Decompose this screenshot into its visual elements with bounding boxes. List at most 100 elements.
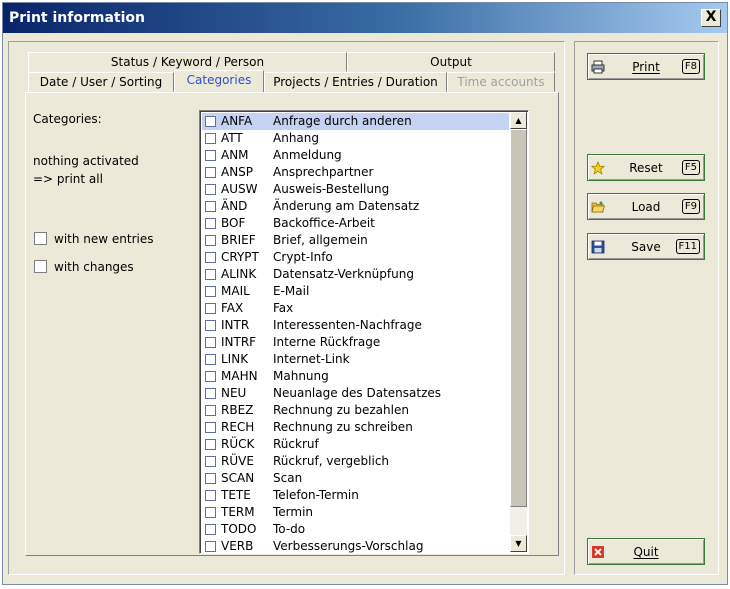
category-checkbox[interactable] (205, 541, 216, 552)
category-description: Anfrage durch anderen (273, 114, 412, 128)
categories-list[interactable]: ANFA Anfrage durch anderen ATT Anhang ANM Anm… (199, 110, 529, 554)
category-checkbox[interactable] (205, 507, 216, 518)
tab-date-user-sorting[interactable]: Date / User / Sorting (28, 72, 174, 92)
category-checkbox[interactable] (205, 116, 216, 127)
selection-status-line1: nothing activated (33, 154, 139, 168)
print-information-window: Print information X Status / Keyword / P… (2, 2, 728, 585)
print-button[interactable]: Print F8 (587, 53, 705, 80)
category-list-item[interactable]: CRYPT Crypt-Info (202, 249, 509, 266)
category-description: Anmeldung (273, 148, 342, 162)
category-description: Ausweis-Bestellung (273, 182, 390, 196)
category-list-item[interactable]: BRIEF Brief, allgemein (202, 232, 509, 249)
category-description: E-Mail (273, 284, 310, 298)
category-list-item[interactable]: ANFA Anfrage durch anderen (202, 113, 509, 130)
category-checkbox[interactable] (205, 184, 216, 195)
category-checkbox[interactable] (205, 337, 216, 348)
load-button[interactable]: Load F9 (587, 193, 705, 220)
tab-categories[interactable]: Categories (174, 70, 264, 92)
category-description: Rückruf, vergeblich (273, 454, 390, 468)
category-list-item[interactable]: BOF Backoffice-Arbeit (202, 215, 509, 232)
category-code: SCAN (221, 471, 255, 485)
category-description: Verbesserungs-Vorschlag (273, 539, 424, 553)
window-title: Print information (9, 10, 145, 26)
scroll-up-icon[interactable]: ▲ (510, 112, 527, 129)
category-checkbox[interactable] (205, 473, 216, 484)
reset-shortcut-badge: F5 (681, 160, 700, 175)
category-description: Crypt-Info (273, 250, 333, 264)
category-checkbox[interactable] (205, 252, 216, 263)
category-description: Änderung am Datensatz (273, 199, 420, 213)
with-changes-checkbox[interactable] (34, 260, 47, 273)
category-list-item[interactable]: ATT Anhang (202, 130, 509, 147)
category-description: Telefon-Termin (273, 488, 359, 502)
category-checkbox[interactable] (205, 524, 216, 535)
category-description: Scan (273, 471, 303, 485)
category-checkbox[interactable] (205, 490, 216, 501)
category-list-item[interactable]: RECH Rechnung zu schreiben (202, 419, 509, 436)
category-list-item[interactable]: ALINK Datensatz-Verknüpfung (202, 266, 509, 283)
category-checkbox[interactable] (205, 286, 216, 297)
scroll-down-icon[interactable]: ▼ (510, 535, 527, 552)
category-list-item[interactable]: FAX Fax (202, 300, 509, 317)
category-description: Rechnung zu bezahlen (273, 403, 409, 417)
reset-button[interactable]: Reset F5 (587, 154, 705, 181)
category-list-item[interactable]: ANSP Ansprechpartner (202, 164, 509, 181)
category-list-item[interactable]: ÄND Änderung am Datensatz (202, 198, 509, 215)
with-new-entries-label: with new entries (54, 232, 154, 246)
category-checkbox[interactable] (205, 303, 216, 314)
category-list-item[interactable]: INTRF Interne Rückfrage (202, 334, 509, 351)
category-list-item[interactable]: TERM Termin (202, 504, 509, 521)
category-list-item[interactable]: TODO To-do (202, 521, 509, 538)
with-new-entries-checkbox[interactable] (34, 232, 47, 245)
category-list-item[interactable]: ANM Anmeldung (202, 147, 509, 164)
category-checkbox[interactable] (205, 456, 216, 467)
with-changes-label: with changes (54, 260, 134, 274)
category-checkbox[interactable] (205, 422, 216, 433)
category-list-item[interactable]: LINK Internet-Link (202, 351, 509, 368)
category-checkbox[interactable] (205, 371, 216, 382)
category-code: VERB (221, 539, 254, 553)
category-code: LINK (221, 352, 249, 366)
category-code: ANFA (221, 114, 253, 128)
category-list-item[interactable]: RÜVE Rückruf, vergeblich (202, 453, 509, 470)
category-checkbox[interactable] (205, 218, 216, 229)
save-button[interactable]: Save F11 (587, 233, 705, 260)
category-checkbox[interactable] (205, 150, 216, 161)
category-description: Termin (273, 505, 314, 519)
scroll-thumb[interactable] (510, 129, 527, 507)
close-window-button[interactable]: X (701, 9, 721, 27)
category-checkbox[interactable] (205, 320, 216, 331)
category-list-item[interactable]: SCAN Scan (202, 470, 509, 487)
category-code: INTR (221, 318, 250, 332)
category-list-item[interactable]: MAIL E-Mail (202, 283, 509, 300)
load-shortcut-badge: F9 (681, 199, 700, 214)
category-description: Datensatz-Verknüpfung (273, 267, 414, 281)
category-list-item[interactable]: MAHN Mahnung (202, 368, 509, 385)
quit-button[interactable]: Quit (587, 538, 705, 565)
category-code: RBEZ (221, 403, 254, 417)
category-list-item[interactable]: RÜCK Rückruf (202, 436, 509, 453)
category-list-item[interactable]: AUSW Ausweis-Bestellung (202, 181, 509, 198)
category-checkbox[interactable] (205, 235, 216, 246)
category-list-item[interactable]: VERB Verbesserungs-Vorschlag (202, 538, 509, 553)
category-checkbox[interactable] (205, 388, 216, 399)
category-description: Interne Rückfrage (273, 335, 381, 349)
category-checkbox[interactable] (205, 201, 216, 212)
category-code: ALINK (221, 267, 257, 281)
categories-scrollbar[interactable]: ▲ ▼ (510, 112, 527, 552)
category-list-item[interactable]: RBEZ Rechnung zu bezahlen (202, 402, 509, 419)
tab-status-keyword-person[interactable]: Status / Keyword / Person (28, 52, 347, 72)
category-checkbox[interactable] (205, 405, 216, 416)
tab-projects-entries-duration[interactable]: Projects / Entries / Duration (264, 72, 447, 92)
category-checkbox[interactable] (205, 133, 216, 144)
category-list-item[interactable]: INTR Interessenten-Nachfrage (202, 317, 509, 334)
category-list-item[interactable]: NEU Neuanlage des Datensatzes (202, 385, 509, 402)
category-list-item[interactable]: TETE Telefon-Termin (202, 487, 509, 504)
category-checkbox[interactable] (205, 269, 216, 280)
category-checkbox[interactable] (205, 439, 216, 450)
tab-output[interactable]: Output (347, 52, 555, 72)
category-description: Anhang (273, 131, 319, 145)
category-checkbox[interactable] (205, 354, 216, 365)
tab-time-accounts: Time accounts (447, 72, 555, 92)
category-checkbox[interactable] (205, 167, 216, 178)
